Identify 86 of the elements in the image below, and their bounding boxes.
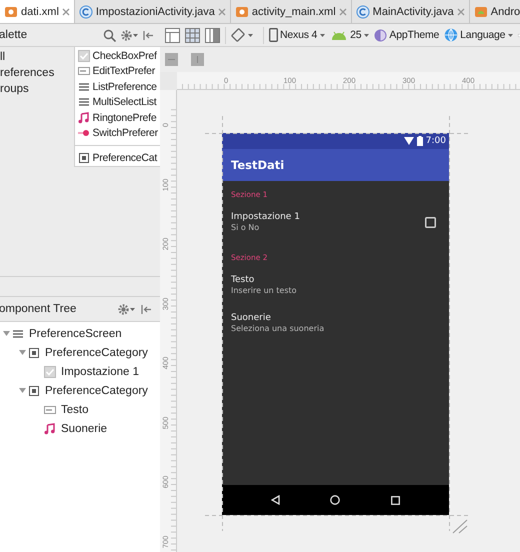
- close-icon[interactable]: [218, 8, 226, 16]
- editor-tab[interactable]: ImpostazioniActivity.java: [74, 0, 231, 23]
- list-icon: [12, 328, 24, 340]
- phone-icon: [269, 28, 278, 42]
- music-note-icon: [44, 422, 56, 434]
- expand-arrow-icon[interactable]: [2, 330, 10, 337]
- checkbox-icon: [78, 50, 90, 62]
- palette-item[interactable]: RingtonePrefe: [74, 110, 160, 126]
- palette-item[interactable]: EditTextPrefer: [74, 64, 160, 79]
- rotate-icon: [231, 28, 245, 42]
- battery-icon: [416, 136, 423, 146]
- app-title: TestDati: [231, 158, 284, 172]
- preference-summary: Si o No: [231, 223, 260, 233]
- tree-item[interactable]: Suonerie: [44, 422, 108, 434]
- theme-dropdown[interactable]: AppTheme: [374, 28, 440, 42]
- text-field-icon: [44, 404, 56, 416]
- editor-tab[interactable]: Andro: [470, 0, 520, 23]
- language-dropdown[interactable]: Language: [444, 28, 514, 42]
- android-icon: [330, 30, 348, 40]
- tree-item[interactable]: PreferenceScreen: [12, 328, 122, 340]
- caret-icon: [508, 34, 514, 36]
- class-icon: [78, 4, 93, 18]
- editor-tab[interactable]: MainActivity.java: [352, 0, 470, 23]
- category-icon: [28, 346, 40, 358]
- editor-tab[interactable]: dati.xml: [0, 0, 75, 23]
- settings-button[interactable]: [121, 30, 138, 40]
- settings-button[interactable]: [118, 304, 135, 314]
- rotate-button[interactable]: [231, 28, 253, 42]
- back-icon[interactable]: [271, 495, 280, 505]
- preference-title[interactable]: Impostazione 1: [231, 212, 300, 222]
- palette-item[interactable]: SwitchPreferer: [74, 126, 160, 141]
- list-icon: [78, 80, 90, 93]
- home-icon[interactable]: [330, 495, 340, 505]
- text-field-icon: [78, 65, 90, 78]
- class-icon: [356, 4, 370, 18]
- split-view-icon[interactable]: [205, 28, 220, 42]
- close-icon[interactable]: [456, 8, 465, 16]
- blueprint-view-icon[interactable]: [185, 28, 200, 42]
- caret-icon: [133, 34, 138, 36]
- preference-summary: Inserire un testo: [231, 286, 297, 296]
- xml-file-icon: [4, 4, 18, 18]
- checkbox[interactable]: [425, 217, 436, 228]
- palette-item[interactable]: MultiSelectList: [74, 94, 160, 110]
- list-icon: [78, 96, 90, 108]
- palette-category[interactable]: ll: [0, 49, 74, 65]
- api-level-dropdown[interactable]: 25: [330, 29, 370, 41]
- android-file-icon: [474, 4, 488, 18]
- design-view-icon[interactable]: [165, 28, 180, 42]
- expand-arrow-icon[interactable]: [18, 387, 26, 394]
- status-time: 7:00: [426, 136, 446, 146]
- theme-icon: [374, 28, 388, 42]
- music-note-icon: [78, 112, 90, 124]
- collapse-icon[interactable]: [143, 30, 154, 40]
- palette-item[interactable]: PreferenceCat: [74, 150, 160, 166]
- search-icon[interactable]: [103, 28, 116, 42]
- caret-icon: [248, 34, 253, 36]
- preference-title[interactable]: Suonerie: [231, 313, 271, 323]
- palette-category[interactable]: roups: [0, 81, 74, 97]
- palette-category[interactable]: references: [0, 65, 74, 81]
- category-icon: [28, 384, 40, 396]
- xml-file-icon: [234, 4, 249, 18]
- tree-item[interactable]: Testo: [44, 404, 88, 416]
- caret-icon: [130, 308, 135, 310]
- editor-tab[interactable]: activity_main.xml: [230, 0, 352, 23]
- settings-icon: [118, 304, 129, 314]
- device-dropdown[interactable]: Nexus 4: [269, 28, 326, 42]
- close-icon[interactable]: [338, 8, 347, 16]
- wifi-icon: [404, 137, 414, 145]
- resize-handle-icon[interactable]: [450, 518, 468, 534]
- expand-arrow-icon[interactable]: [18, 349, 26, 356]
- preference-title[interactable]: Testo: [231, 275, 254, 285]
- globe-icon: [444, 28, 458, 42]
- caret-icon: [320, 34, 326, 36]
- checkbox-icon: [44, 366, 56, 378]
- palette-item[interactable]: ListPreference: [74, 79, 160, 94]
- collapse-icon[interactable]: [141, 304, 152, 314]
- caret-icon: [364, 34, 370, 36]
- close-icon[interactable]: [62, 8, 70, 16]
- preference-summary: Seleziona una suoneria: [231, 324, 324, 334]
- settings-icon: [121, 30, 132, 40]
- category-icon: [78, 152, 90, 164]
- tree-item[interactable]: PreferenceCategory: [28, 384, 148, 396]
- palette-item[interactable]: CheckBoxPref: [74, 48, 160, 64]
- recents-icon[interactable]: [390, 496, 400, 504]
- tree-item[interactable]: PreferenceCategory: [28, 346, 148, 358]
- tree-item[interactable]: Impostazione 1: [44, 366, 139, 378]
